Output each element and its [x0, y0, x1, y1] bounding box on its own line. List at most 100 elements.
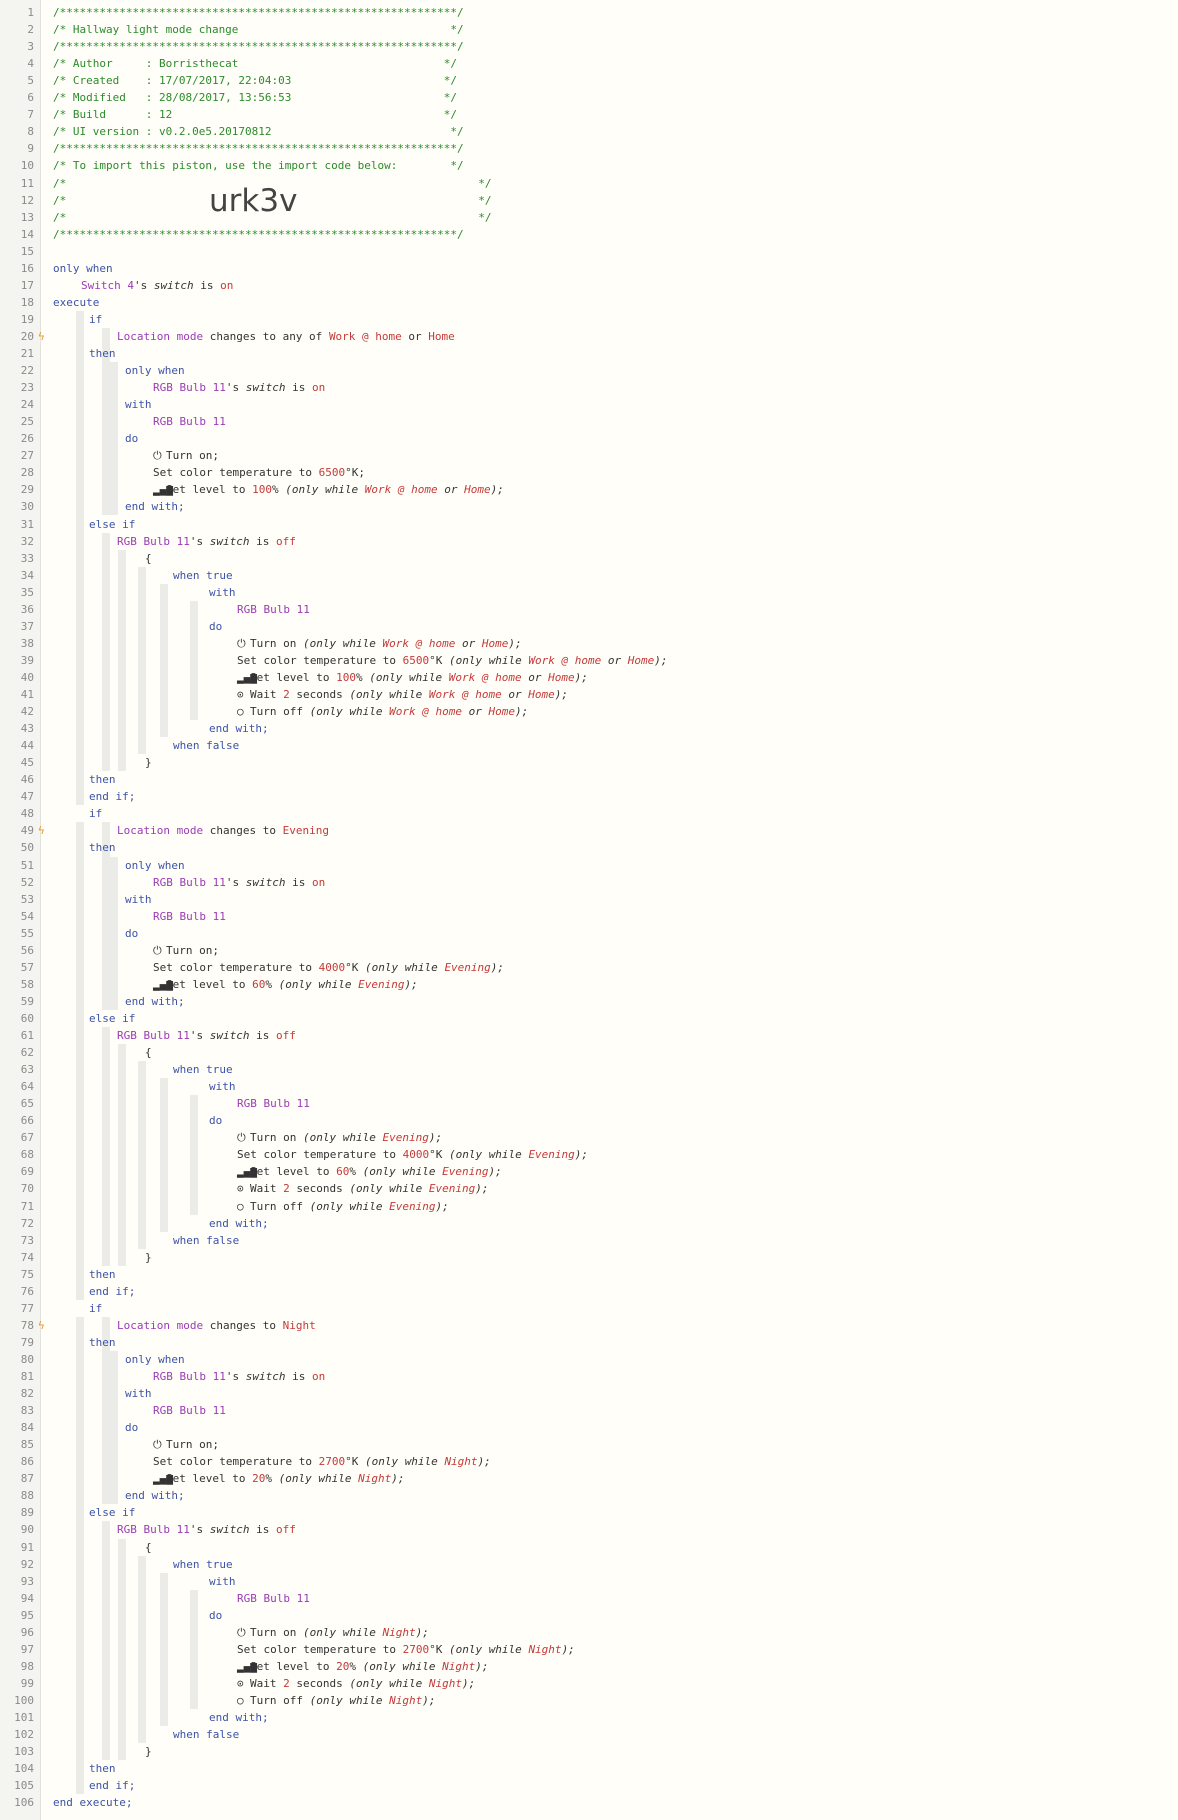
value-literal: Work @ home: [448, 670, 522, 684]
code-token: Set color temperature to: [153, 960, 312, 974]
value-literal: Home: [481, 636, 509, 650]
code-text: ▂▄▆Set level to 20% (only while Night);: [237, 1658, 488, 1675]
code-text: end if;: [89, 1283, 135, 1300]
import-code[interactable]: urk3v: [209, 183, 297, 219]
value-literal: 2: [283, 688, 290, 701]
code-line: 15: [0, 243, 1178, 260]
line-number: 11: [20, 176, 34, 190]
line-number: 64: [20, 1080, 34, 1094]
code-token: );: [654, 653, 668, 667]
code-token: );: [435, 1199, 449, 1213]
code-token: seconds: [296, 1182, 343, 1196]
code-text: ○ Turn off (only while Night);: [237, 1692, 435, 1709]
code-token: (only while: [302, 1625, 376, 1639]
line-number: 75: [20, 1267, 34, 1281]
line-number: 72: [20, 1216, 34, 1230]
code-text: else if: [89, 516, 135, 533]
value-literal: 60: [336, 1165, 350, 1179]
code-line: 47 end if;: [0, 788, 1178, 805]
line-number: 42: [20, 705, 34, 719]
code-token: 's: [189, 1029, 204, 1042]
value-literal: 6500: [318, 466, 346, 480]
code-text: ▂▄▆Set level to 100% (only while Work @ …: [237, 669, 588, 686]
code-text: if: [89, 311, 102, 328]
code-text: /***************************************…: [53, 226, 464, 243]
line-number: 63: [20, 1063, 34, 1077]
code-line: 46 then: [0, 771, 1178, 788]
code-line: 70 ⊙ Wait 2 seconds (only while Evening);: [0, 1180, 1178, 1197]
keyword: when true: [173, 568, 233, 582]
code-text: RGB Bulb 11's switch is on: [153, 1368, 325, 1385]
value-literal: 2: [283, 1182, 290, 1196]
code-line: 40 ▂▄▆Set level to 100% (only while Work …: [0, 669, 1178, 686]
keyword: with: [125, 1387, 152, 1401]
code-token: );: [391, 1472, 405, 1486]
code-text: ○ Turn off (only while Work @ home or Hom…: [237, 703, 528, 720]
code-text: /***************************************…: [53, 4, 464, 21]
code-token: Set level to: [250, 670, 330, 684]
code-token: switch: [245, 381, 286, 395]
code-line: 8 /* UI version : v0.2.0e5.20170812 */: [0, 123, 1178, 140]
keyword: end with;: [209, 1216, 269, 1230]
value-literal: Work @ home: [428, 688, 502, 701]
line-number: 66: [20, 1114, 34, 1128]
line-number: 96: [20, 1625, 34, 1639]
code-text: end with;: [125, 1487, 185, 1504]
value-literal: off: [275, 534, 296, 548]
code-token: );: [415, 1625, 429, 1639]
code-text: then: [89, 771, 116, 788]
code-token: changes to: [209, 1318, 276, 1332]
line-number: 35: [20, 585, 34, 599]
code-line: 96 ⏻ Turn on (only while Night);: [0, 1624, 1178, 1641]
line-number: 70: [20, 1182, 34, 1196]
value-literal: on: [311, 875, 326, 889]
code-text: /* Author : Borristhecat */: [53, 55, 457, 72]
code-text: end with;: [209, 1215, 269, 1232]
value-literal: 100: [252, 483, 272, 497]
value-literal: Home: [548, 670, 575, 684]
comment: */: [478, 176, 492, 190]
code-token: Wait: [250, 1182, 277, 1196]
value-literal: Work @ home: [382, 636, 456, 650]
code-line: 30 end with;: [0, 498, 1178, 515]
code-line: 76 end if;: [0, 1283, 1178, 1300]
code-token: Turn on: [250, 636, 297, 650]
code-text: Set color temperature to 6500°K;: [153, 464, 365, 481]
code-line: 32 RGB Bulb 11's switch is off: [0, 533, 1178, 550]
code-token: Turn on: [166, 449, 213, 463]
keyword: then: [89, 773, 116, 787]
code-line: 9 /**************************************…: [0, 140, 1178, 157]
line-number: 49: [20, 824, 34, 838]
code-line: 50 then: [0, 839, 1178, 856]
code-line: 22 only when: [0, 362, 1178, 379]
code-text: when false: [173, 737, 239, 754]
code-token: (only while: [278, 1472, 352, 1486]
signal-level-icon: ▂▄▆: [237, 670, 257, 684]
line-number: 69: [20, 1165, 34, 1179]
code-text: ⏻ Turn on;: [153, 1436, 219, 1453]
code-token: );: [475, 1659, 489, 1673]
code-token: );: [574, 1148, 589, 1162]
line-number: 16: [20, 261, 34, 275]
line-number: 28: [20, 466, 34, 480]
code-text: do: [125, 430, 138, 447]
code-text: RGB Bulb 11: [237, 1590, 310, 1607]
code-token: Set color temperature to: [237, 1642, 396, 1656]
value-literal: on: [220, 278, 234, 292]
code-token: Set level to: [166, 1472, 246, 1486]
line-number: 27: [20, 449, 34, 463]
code-text: {: [145, 1539, 152, 1556]
device-name: RGB Bulb 11: [117, 1523, 190, 1537]
code-text: ⏻ Turn on (only while Evening);: [237, 1129, 442, 1146]
code-token: ;: [212, 449, 219, 463]
value-literal: 4000: [318, 960, 346, 974]
code-text: /* Created : 17/07/2017, 22:04:03 */: [53, 72, 457, 89]
keyword: end if;: [89, 1779, 136, 1793]
code-text: Location mode changes to any of Work @ h…: [117, 328, 455, 345]
code-text: when true: [173, 567, 233, 584]
code-text: end with;: [209, 720, 269, 737]
code-token: is: [292, 875, 306, 889]
code-line: 26 do: [0, 430, 1178, 447]
code-text: RGB Bulb 11's switch is on: [153, 379, 325, 396]
code-line: 99 ⊙ Wait 2 seconds (only while Night);: [0, 1675, 1178, 1692]
